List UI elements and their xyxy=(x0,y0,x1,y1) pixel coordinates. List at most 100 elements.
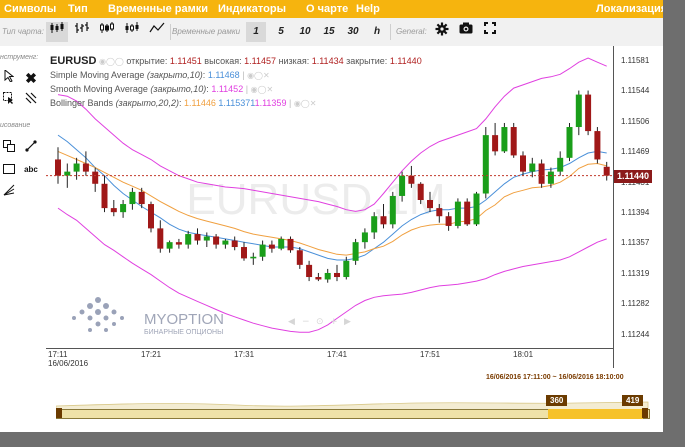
candle-body[interactable] xyxy=(585,94,592,132)
bars-type-button[interactable] xyxy=(71,22,93,42)
candle-body[interactable] xyxy=(427,200,433,209)
candle-body[interactable] xyxy=(138,191,145,205)
fan-tool-button[interactable] xyxy=(0,184,18,200)
candle-body[interactable] xyxy=(148,204,154,229)
candle-body[interactable] xyxy=(603,166,610,176)
candle-body[interactable] xyxy=(454,201,461,226)
text-tool-button[interactable]: abc xyxy=(22,162,40,178)
candle-body[interactable] xyxy=(445,216,452,226)
candle-body[interactable] xyxy=(175,242,182,245)
candle-body[interactable] xyxy=(296,250,303,265)
trendline-tool-button[interactable] xyxy=(22,140,40,156)
time-axis[interactable]: 17:11 17:21 17:31 17:41 17:51 18:01 16/06/2016 xyxy=(46,348,613,369)
fullscreen-button[interactable] xyxy=(480,22,500,42)
candle-body[interactable] xyxy=(55,159,61,176)
candle-body[interactable] xyxy=(520,155,526,172)
zoom-out-icon[interactable]: − xyxy=(302,317,310,327)
price-axis[interactable]: 1.115811.115441.115061.114691.114311.113… xyxy=(613,46,663,368)
candle-body[interactable] xyxy=(231,240,238,248)
candle-body[interactable] xyxy=(575,94,582,128)
candle-body[interactable] xyxy=(380,216,387,225)
candle-body[interactable] xyxy=(547,171,554,184)
rectangle-tool-button[interactable] xyxy=(0,162,18,178)
timeframe-30-button[interactable]: 30 xyxy=(344,22,362,42)
navigator-start-badge[interactable]: 360 xyxy=(546,395,568,406)
candle-body[interactable] xyxy=(185,234,192,245)
settings-button[interactable] xyxy=(432,22,452,42)
candle-body[interactable] xyxy=(82,163,89,172)
measure-tool-button[interactable] xyxy=(22,92,40,108)
candle-body[interactable] xyxy=(278,238,285,249)
candle-body[interactable] xyxy=(120,204,127,213)
candle-body[interactable] xyxy=(361,232,368,243)
candle-body[interactable] xyxy=(194,234,201,241)
candle-body[interactable] xyxy=(566,127,573,158)
candle-body[interactable] xyxy=(92,171,99,184)
candle-body[interactable] xyxy=(492,135,499,152)
candle-body[interactable] xyxy=(529,163,536,172)
candle-body[interactable] xyxy=(241,247,247,259)
candle-body[interactable] xyxy=(306,264,313,278)
candle-body[interactable] xyxy=(436,208,443,217)
candle-body[interactable] xyxy=(101,183,108,209)
zoom-reset-icon[interactable]: ⊙ xyxy=(316,317,324,327)
candle-body[interactable] xyxy=(389,195,396,225)
pointer-tool-button[interactable] xyxy=(0,68,18,86)
candle-body[interactable] xyxy=(157,228,164,249)
timeframe-15-button[interactable]: 15 xyxy=(320,22,338,42)
delete-drawings-button[interactable]: ✖ xyxy=(22,70,40,86)
screenshot-button[interactable] xyxy=(456,22,476,42)
candle-body[interactable] xyxy=(408,175,415,184)
navigator[interactable]: 16/06/2016 17:11:00 ~ 16/06/2016 18:10:0… xyxy=(46,370,663,432)
candle-body[interactable] xyxy=(222,240,229,245)
indicator-settings-icon[interactable]: ◉◯✕ xyxy=(294,99,317,108)
menu-about-chart[interactable]: О чарте xyxy=(306,0,348,18)
candle-body[interactable] xyxy=(287,238,294,251)
navigator-right-handle[interactable] xyxy=(642,408,648,418)
navigator-selection[interactable] xyxy=(548,409,643,419)
menu-help[interactable]: Help xyxy=(356,0,380,18)
candle-body[interactable] xyxy=(64,171,71,176)
timeframe-1-button[interactable]: 1 xyxy=(246,22,266,42)
menu-indicators[interactable]: Индикаторы xyxy=(218,0,286,18)
candle-body[interactable] xyxy=(464,201,471,225)
candle-body[interactable] xyxy=(501,127,508,152)
candle-body[interactable] xyxy=(399,175,406,196)
candle-body[interactable] xyxy=(482,135,489,194)
zoom-in-icon[interactable]: + xyxy=(330,317,338,327)
scroll-left-icon[interactable]: ◀ xyxy=(288,317,295,327)
scroll-right-icon[interactable]: ▶ xyxy=(344,317,351,327)
candle-body[interactable] xyxy=(473,193,480,225)
candle-body[interactable] xyxy=(250,256,257,259)
indicator-settings-icon[interactable]: ◉◯✕ xyxy=(247,71,270,80)
candle-body[interactable] xyxy=(110,208,117,213)
line-type-button[interactable] xyxy=(146,22,168,42)
timeframe-h-button[interactable]: h xyxy=(368,22,386,42)
candle-body[interactable] xyxy=(417,183,424,200)
candle-body[interactable] xyxy=(343,260,350,278)
candle-body[interactable] xyxy=(259,244,266,257)
candle-body[interactable] xyxy=(352,242,359,261)
menu-timeframes[interactable]: Временные рамки xyxy=(108,0,208,18)
candle-body[interactable] xyxy=(324,272,331,280)
navigator-end-badge[interactable]: 419 xyxy=(622,395,644,406)
indicator-settings-icon[interactable]: ◉◯✕ xyxy=(251,85,274,94)
candles-type-button[interactable] xyxy=(46,22,68,42)
menu-localization[interactable]: Локализация xyxy=(596,0,663,18)
candle-body[interactable] xyxy=(203,236,210,241)
candle-body[interactable] xyxy=(129,191,136,205)
candle-body[interactable] xyxy=(315,277,322,280)
candle-body[interactable] xyxy=(166,242,173,249)
candle-body[interactable] xyxy=(73,163,80,172)
candle-body[interactable] xyxy=(334,272,340,278)
heikin-type-button[interactable] xyxy=(121,22,143,42)
candle-body[interactable] xyxy=(557,157,564,172)
candle-body[interactable] xyxy=(510,127,517,156)
candle-body[interactable] xyxy=(594,131,601,160)
menu-type[interactable]: Тип xyxy=(68,0,88,18)
hollow-candles-type-button[interactable] xyxy=(96,22,118,42)
timeframe-5-button[interactable]: 5 xyxy=(272,22,290,42)
candle-body[interactable] xyxy=(538,163,545,184)
copy-tool-button[interactable] xyxy=(0,140,18,156)
zoom-select-tool-button[interactable] xyxy=(0,92,18,108)
